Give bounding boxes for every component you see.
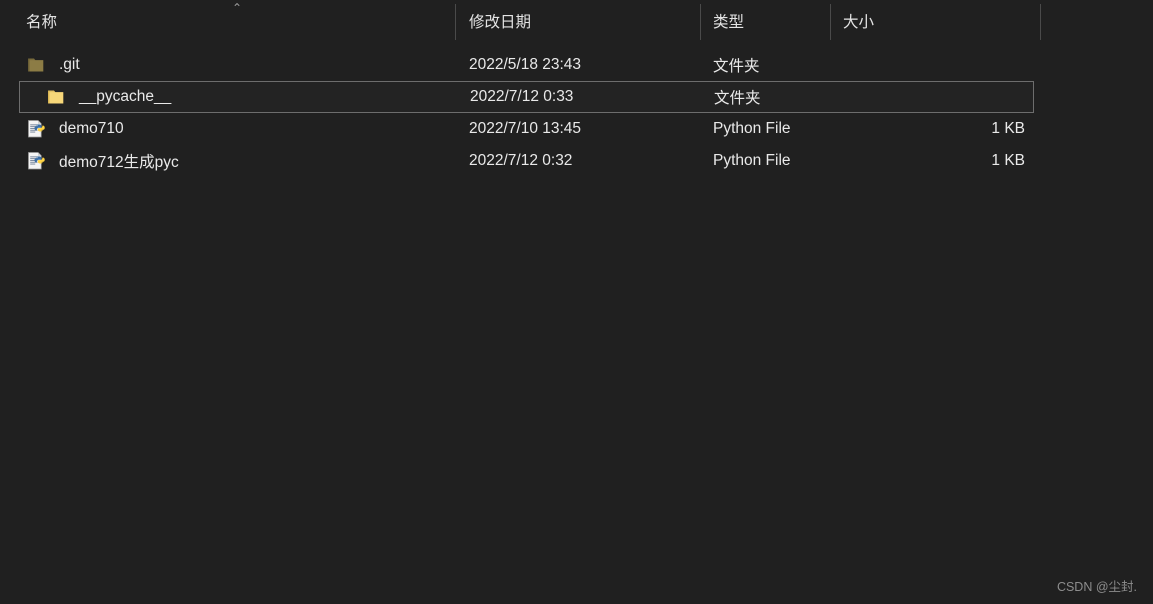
file-row[interactable]: demo712生成pyc 2022/7/12 0:32 Python File 1 K… — [0, 145, 1153, 177]
file-date-modified-cell: 2022/5/18 23:43 — [469, 56, 582, 73]
file-size-cell — [831, 49, 1025, 81]
column-header-size-label: 大小 — [843, 13, 875, 31]
file-name-label: .git — [59, 56, 80, 73]
column-header-date-modified[interactable]: 修改日期 — [456, 0, 700, 41]
file-name-cell: __pycache__ — [1, 82, 456, 112]
file-name-label: demo712生成pyc — [59, 154, 179, 171]
file-type-cell: Python File — [713, 152, 791, 169]
column-header-name[interactable]: 名称 — [0, 0, 455, 41]
file-name-label: demo710 — [59, 120, 124, 137]
file-size-cell: 1 KB — [991, 120, 1025, 137]
column-header-name-label: 名称 — [26, 13, 58, 31]
column-divider-name-date[interactable] — [455, 4, 456, 40]
column-header-size[interactable]: 大小 — [831, 0, 1040, 41]
column-divider-size-end[interactable] — [1040, 4, 1041, 40]
file-type-cell: Python File — [713, 120, 791, 137]
file-name-label: __pycache__ — [79, 88, 172, 105]
python-file-icon — [26, 151, 46, 171]
column-divider-date-type[interactable] — [700, 4, 701, 40]
column-header-type[interactable]: 类型 — [701, 0, 830, 41]
file-size-cell — [832, 82, 1026, 112]
file-name-cell: demo712生成pyc — [0, 145, 455, 177]
file-type-cell: 文件夹 — [713, 58, 760, 75]
file-list: .git 2022/5/18 23:43 文件夹 __pycache__ 2022/7/… — [0, 49, 1153, 177]
file-row[interactable]: .git 2022/5/18 23:43 文件夹 — [0, 49, 1153, 81]
file-date-modified-cell: 2022/7/10 13:45 — [469, 120, 582, 137]
python-file-icon — [26, 119, 46, 139]
file-date-modified-cell: 2022/7/12 0:33 — [470, 88, 574, 105]
column-divider-type-size[interactable] — [830, 4, 831, 40]
file-type-cell: 文件夹 — [714, 90, 761, 107]
column-header-bar: ⌃ 名称 修改日期 类型 大小 — [0, 0, 1153, 41]
folder-icon — [46, 87, 66, 107]
file-date-modified-cell: 2022/7/12 0:32 — [469, 152, 573, 169]
folder-icon-hidden — [26, 55, 46, 75]
file-name-cell: demo710 — [0, 113, 455, 145]
file-size-cell: 1 KB — [991, 152, 1025, 169]
column-header-date-modified-label: 修改日期 — [469, 13, 532, 31]
file-row[interactable]: __pycache__ 2022/7/12 0:33 文件夹 — [19, 81, 1034, 113]
file-name-cell: .git — [0, 49, 455, 81]
file-row[interactable]: demo710 2022/7/10 13:45 Python File 1 KB — [0, 113, 1153, 145]
column-header-type-label: 类型 — [713, 13, 745, 31]
watermark: CSDN @尘封. — [1056, 580, 1137, 594]
